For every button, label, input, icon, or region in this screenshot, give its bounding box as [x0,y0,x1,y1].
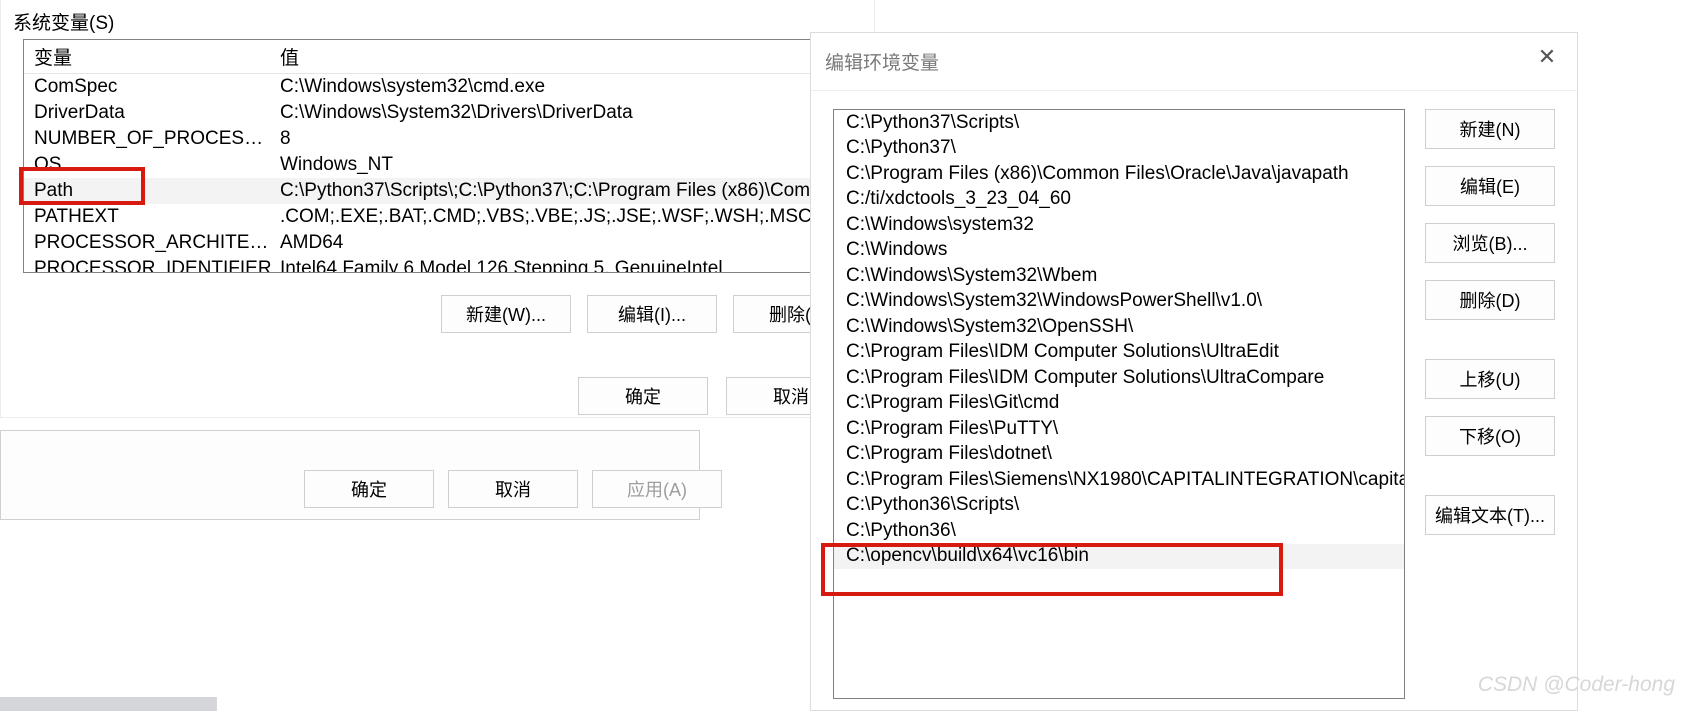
cell-variable: PROCESSOR_IDENTIFIER [24,258,274,273]
col-header-variable[interactable]: 变量 [24,43,274,70]
list-item[interactable]: C:\Python36\ [834,518,1404,544]
okcancel-row-2: 确定 取消 应用(A) [304,470,722,508]
list-item[interactable]: C:\Windows\system32 [834,212,1404,238]
list-item[interactable]: C:\Windows\System32\Wbem [834,263,1404,289]
edit-text-button[interactable]: 编辑文本(T)... [1425,495,1555,535]
cell-variable: Path [24,180,274,202]
table-row[interactable]: OSWindows_NT [24,152,853,178]
cell-variable: PROCESSOR_ARCHITECTURE [24,232,274,254]
cell-value: C:\Python37\Scripts\;C:\Python37\;C:\Pro… [274,180,853,202]
listview-header: 变量 值 [24,40,853,74]
list-item[interactable]: C:\Windows [834,238,1404,264]
col-header-value[interactable]: 值 [274,43,853,70]
new-entry-button[interactable]: 新建(N) [1425,109,1555,149]
list-item[interactable]: C:\opencv\build\x64\vc16\bin [834,544,1404,570]
list-item[interactable]: C:\Program Files\Git\cmd [834,391,1404,417]
ok-button-2[interactable]: 确定 [304,470,434,508]
table-row[interactable]: PROCESSOR_IDENTIFIERIntel64 Family 6 Mod… [24,256,853,273]
edit-button[interactable]: 编辑(I)... [587,295,717,333]
cell-value: AMD64 [274,232,853,254]
edit-entry-button[interactable]: 编辑(E) [1425,166,1555,206]
list-item[interactable]: C:\Program Files (x86)\Common Files\Orac… [834,161,1404,187]
side-buttons: 新建(N) 编辑(E) 浏览(B)... 删除(D) 上移(U) 下移(O) 编… [1425,109,1557,710]
list-item[interactable]: C:\Program Files\IDM Computer Solutions\… [834,365,1404,391]
list-item[interactable]: C:\Windows\System32\OpenSSH\ [834,314,1404,340]
cell-value: Intel64 Family 6 Model 126 Stepping 5, G… [274,258,853,273]
system-variables-dialog: 系统变量(S) 变量 值 ComSpecC:\Windows\system32\… [0,0,875,418]
table-row[interactable]: PATHEXT.COM;.EXE;.BAT;.CMD;.VBS;.VBE;.JS… [24,204,853,230]
path-listbox[interactable]: C:\Python37\Scripts\C:\Python37\C:\Progr… [833,109,1405,699]
apply-button[interactable]: 应用(A) [592,470,722,508]
section-title: 系统变量(S) [13,8,114,35]
ok-button[interactable]: 确定 [578,377,708,415]
cell-variable: ComSpec [24,76,274,98]
cell-variable: DriverData [24,102,274,124]
table-row[interactable]: ComSpecC:\Windows\system32\cmd.exe [24,74,853,100]
sysvar-button-row: 新建(W)... 编辑(I)... 删除(L) [441,295,863,333]
list-item[interactable]: C:\Program Files\dotnet\ [834,442,1404,468]
list-item[interactable]: C:\Windows\System32\WindowsPowerShell\v1… [834,289,1404,315]
list-item[interactable]: C:\Program Files\PuTTY\ [834,416,1404,442]
move-down-button[interactable]: 下移(O) [1425,416,1555,456]
cell-variable: NUMBER_OF_PROCESSORS [24,128,274,150]
cell-variable: PATHEXT [24,206,274,228]
table-row[interactable]: PROCESSOR_ARCHITECTUREAMD64 [24,230,853,256]
cell-value: C:\Windows\system32\cmd.exe [274,76,853,98]
cell-variable: OS [24,154,274,176]
delete-entry-button[interactable]: 删除(D) [1425,280,1555,320]
cell-value: 8 [274,128,853,150]
cell-value: .COM;.EXE;.BAT;.CMD;.VBS;.VBE;.JS;.JSE;.… [274,206,853,228]
table-row[interactable]: DriverDataC:\Windows\System32\Drivers\Dr… [24,100,853,126]
table-row[interactable]: PathC:\Python37\Scripts\;C:\Python37\;C:… [24,178,853,204]
list-item[interactable]: C:\Python37\ [834,136,1404,162]
cancel-button-2[interactable]: 取消 [448,470,578,508]
dialog-titlebar: 编辑环境变量 ✕ [811,33,1577,91]
move-up-button[interactable]: 上移(U) [1425,359,1555,399]
cell-value: C:\Windows\System32\Drivers\DriverData [274,102,853,124]
taskbar-fragment [0,697,217,711]
new-button[interactable]: 新建(W)... [441,295,571,333]
list-item[interactable]: C:\Python36\Scripts\ [834,493,1404,519]
system-variables-listview[interactable]: 变量 值 ComSpecC:\Windows\system32\cmd.exeD… [23,39,854,273]
dialog-title: 编辑环境变量 [825,48,939,75]
list-item[interactable]: C:/ti/xdctools_3_23_04_60 [834,187,1404,213]
list-item[interactable]: C:\Program Files\Siemens\NX1980\CAPITALI… [834,467,1404,493]
cell-value: Windows_NT [274,154,853,176]
close-icon[interactable]: ✕ [1535,47,1559,71]
list-item[interactable]: C:\Python37\Scripts\ [834,110,1404,136]
list-item[interactable]: C:\Program Files\IDM Computer Solutions\… [834,340,1404,366]
table-row[interactable]: NUMBER_OF_PROCESSORS8 [24,126,853,152]
edit-env-var-dialog: 编辑环境变量 ✕ C:\Python37\Scripts\C:\Python37… [810,32,1578,711]
browse-button[interactable]: 浏览(B)... [1425,223,1555,263]
